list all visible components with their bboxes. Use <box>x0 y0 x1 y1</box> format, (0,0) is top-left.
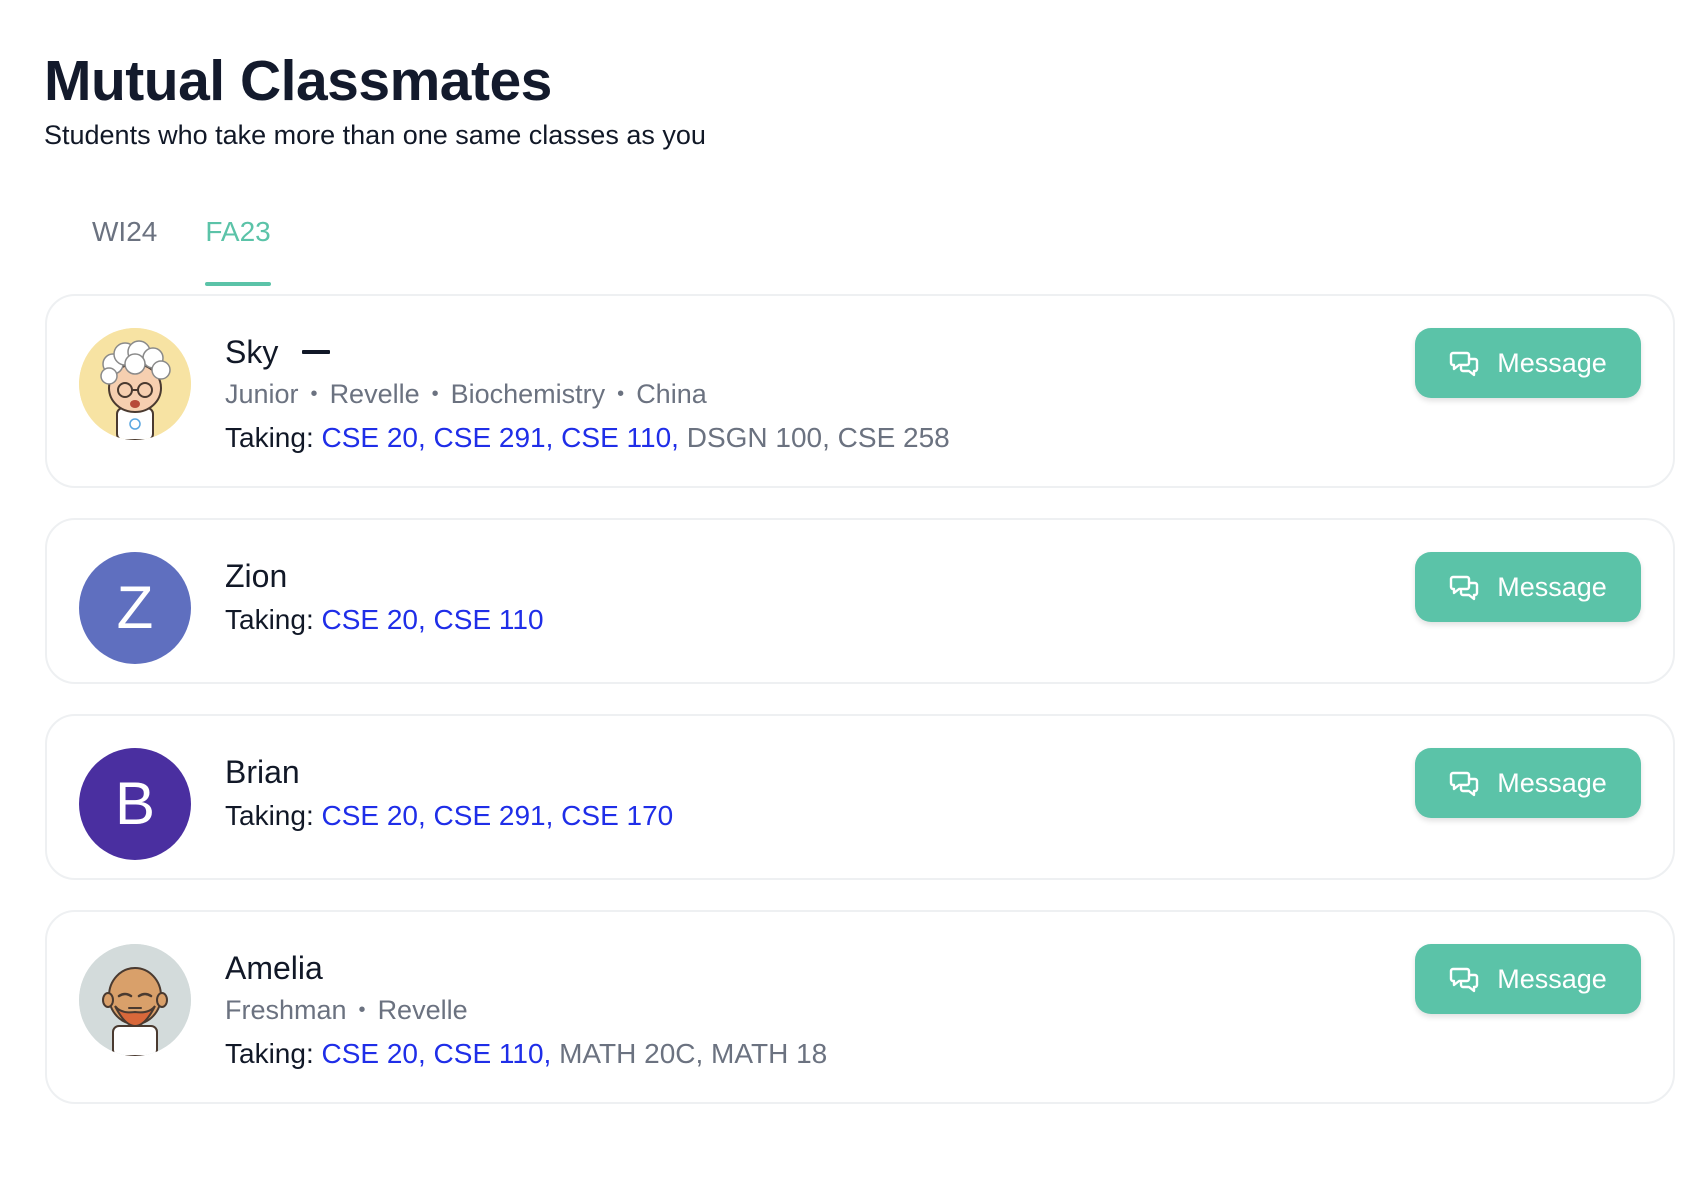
grandma-avatar-icon <box>79 328 191 440</box>
student-meta: Freshman • Revelle <box>225 992 468 1028</box>
mutual-courses: CSE 20, CSE 291, CSE 110, <box>321 422 679 453</box>
classmate-card: Z Zion Taking: CSE 20, CSE 110 Message <box>45 518 1675 684</box>
mutual-courses: CSE 20, CSE 291, CSE 170 <box>321 800 674 831</box>
other-courses: MATH 20C, MATH 18 <box>559 1038 828 1069</box>
student-name: Sky <box>225 334 279 370</box>
taking-line: Taking: CSE 20, CSE 110 <box>225 602 544 638</box>
taking-label: Taking: <box>225 800 314 831</box>
classmate-card: Sky Junior • Revelle • Biochemistry • Ch… <box>45 294 1675 488</box>
chat-bubbles-icon <box>1450 575 1479 601</box>
avatar <box>79 944 191 1056</box>
taking-line: Taking: CSE 20, CSE 291, CSE 170 <box>225 798 673 834</box>
page-subtitle: Students who take more than one same cla… <box>44 120 706 150</box>
page-title: Mutual Classmates <box>44 49 552 113</box>
taking-label: Taking: <box>225 604 314 635</box>
message-label: Message <box>1497 571 1607 602</box>
chat-bubbles-icon <box>1450 771 1479 797</box>
other-courses: DSGN 100, CSE 258 <box>686 422 950 453</box>
year: Freshman <box>225 995 347 1025</box>
classmate-card: Amelia Freshman • Revelle Taking: CSE 20… <box>45 910 1675 1104</box>
name-row: Amelia <box>225 948 323 988</box>
avatar: B <box>79 748 191 860</box>
message-label: Message <box>1497 963 1607 994</box>
student-name: Zion <box>225 558 288 594</box>
separator-dot: • <box>358 999 366 1021</box>
mutual-courses: CSE 20, CSE 110 <box>321 604 544 635</box>
message-label: Message <box>1497 347 1607 378</box>
message-label: Message <box>1497 767 1607 798</box>
year: Junior <box>225 379 299 409</box>
taking-line: Taking: CSE 20, CSE 110, MATH 20C, MATH … <box>225 1036 827 1072</box>
bearded-man-avatar-icon <box>79 944 191 1056</box>
avatar: Z <box>79 552 191 664</box>
taking-label: Taking: <box>225 1038 314 1069</box>
chat-bubbles-icon <box>1450 351 1479 377</box>
mutual-courses: CSE 20, CSE 110, <box>321 1038 552 1069</box>
name-row: Sky <box>225 332 331 372</box>
classmate-card: B Brian Taking: CSE 20, CSE 291, CSE 170… <box>45 714 1675 880</box>
major: Biochemistry <box>450 379 606 409</box>
taking-line: Taking: CSE 20, CSE 291, CSE 110, DSGN 1… <box>225 420 950 456</box>
tab-wi24[interactable]: WI24 <box>92 214 157 286</box>
name-row: Brian <box>225 752 300 792</box>
separator-dot: • <box>310 383 318 405</box>
name-row: Zion <box>225 556 287 596</box>
avatar <box>79 328 191 440</box>
avatar-letter: B <box>114 770 156 837</box>
separator-dot: • <box>431 383 439 405</box>
tab-fa23[interactable]: FA23 <box>205 214 272 286</box>
dash-icon <box>302 350 331 354</box>
separator-dot: • <box>617 383 625 405</box>
avatar-letter: Z <box>116 574 154 641</box>
college: Revelle <box>377 995 468 1025</box>
message-button[interactable]: Message <box>1415 748 1641 818</box>
taking-label: Taking: <box>225 422 314 453</box>
chat-bubbles-icon <box>1450 967 1479 993</box>
term-tabs: WI24 FA23 <box>92 214 272 286</box>
message-button[interactable]: Message <box>1415 328 1641 398</box>
student-name: Amelia <box>225 950 323 986</box>
country: China <box>636 379 707 409</box>
student-name: Brian <box>225 754 300 790</box>
message-button[interactable]: Message <box>1415 552 1641 622</box>
message-button[interactable]: Message <box>1415 944 1641 1014</box>
college: Revelle <box>329 379 420 409</box>
student-meta: Junior • Revelle • Biochemistry • China <box>225 376 707 412</box>
